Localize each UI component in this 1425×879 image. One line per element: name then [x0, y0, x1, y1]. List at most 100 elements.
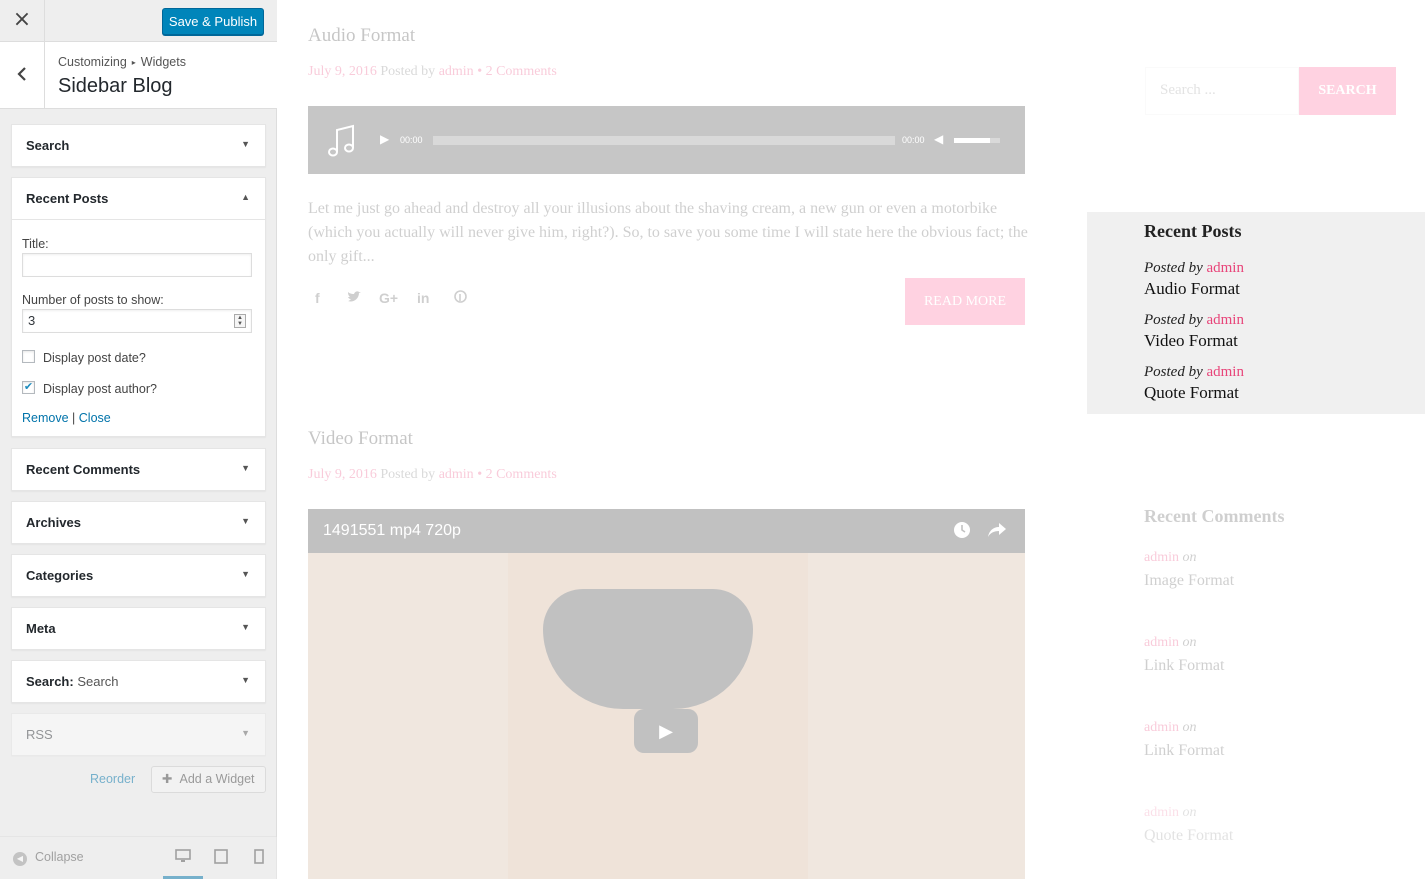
widget-meta[interactable]: Meta ▼	[11, 607, 266, 650]
comment-author[interactable]: admin	[1144, 805, 1179, 820]
show-date-label: Display post date?	[43, 351, 146, 365]
recent-post-item: Posted by admin Video Format	[1144, 312, 1244, 351]
chevron-down-icon[interactable]: ▼	[241, 569, 250, 579]
chevron-down-icon[interactable]: ▼	[241, 463, 250, 473]
chevron-down-icon[interactable]: ▼	[241, 622, 250, 632]
breadcrumb-root: Customizing	[58, 55, 127, 69]
collapse-icon: ◀	[13, 852, 27, 866]
google-plus-icon[interactable]: G+	[379, 290, 398, 306]
recent-post-link[interactable]: Video Format	[1144, 331, 1244, 351]
post-excerpt: Let me just go ahead and destroy all you…	[308, 200, 1028, 265]
comment-author[interactable]: admin	[1144, 720, 1179, 735]
volume-slider[interactable]	[954, 138, 1000, 143]
comment-author[interactable]: admin	[1144, 550, 1179, 565]
customizer-pane: × Save & Publish Customizing ▸ Widgets Sid…	[0, 0, 277, 879]
post-date[interactable]: July 9, 2016	[308, 64, 377, 79]
widget-categories[interactable]: Categories ▼	[11, 554, 266, 597]
music-icon	[328, 124, 356, 163]
title-label: Title:	[22, 237, 49, 251]
post-author[interactable]: admin	[1206, 364, 1244, 380]
desktop-icon[interactable]	[175, 849, 191, 866]
title-input[interactable]	[22, 253, 252, 277]
chevron-down-icon[interactable]: ▼	[241, 675, 250, 685]
widget-title: Meta	[26, 621, 56, 636]
collapse-button[interactable]: ◀ Collapse	[13, 850, 84, 866]
post-author[interactable]: admin	[1206, 260, 1244, 276]
widget-search-2[interactable]: Search: Search ▼	[11, 660, 266, 703]
widget-archives[interactable]: Archives ▼	[11, 501, 266, 544]
post-title[interactable]: Audio Format	[308, 25, 415, 47]
chevron-down-icon[interactable]: ▼	[241, 728, 250, 738]
meta-dot: •	[477, 64, 483, 79]
comment-item: admin on Link Format	[1144, 635, 1224, 675]
posted-by: Posted by	[1144, 260, 1203, 276]
clock-icon[interactable]	[953, 521, 971, 544]
pinterest-icon[interactable]	[454, 290, 467, 306]
comment-post-link[interactable]: Quote Format	[1144, 827, 1233, 845]
video-player[interactable]: 1491551 mp4 720p ▶	[308, 509, 1025, 879]
widget-form: Title: Number of posts to show: 3 ▲ ▼ Dis…	[12, 219, 265, 434]
widget-title: Recent Posts	[26, 191, 109, 206]
play-button-icon[interactable]: ▶	[634, 709, 698, 753]
add-widget-button[interactable]: ✚ Add a Widget	[151, 766, 266, 793]
play-icon[interactable]: ▶	[380, 132, 389, 146]
time-end: 00:00	[902, 135, 925, 145]
save-publish-button[interactable]: Save & Publish	[162, 8, 264, 35]
spinner-icon[interactable]: ▲ ▼	[234, 314, 246, 328]
post-author[interactable]: admin	[1206, 312, 1244, 328]
post-title[interactable]: Video Format	[308, 428, 413, 450]
post-author[interactable]: admin	[439, 467, 474, 482]
widget-title: RSS	[26, 727, 53, 742]
post-author[interactable]: admin	[439, 64, 474, 79]
recent-post-link[interactable]: Audio Format	[1144, 279, 1244, 299]
widget-title: Search	[26, 138, 70, 153]
linkedin-icon[interactable]: in	[417, 290, 429, 306]
posted-by: Posted by	[1144, 364, 1203, 380]
reorder-link[interactable]: Reorder	[90, 772, 135, 786]
facebook-icon[interactable]: f	[315, 290, 320, 306]
comment-on: on	[1182, 720, 1197, 735]
chevron-down-icon[interactable]: ▼	[241, 139, 250, 149]
show-author-checkbox[interactable]: ✔	[22, 381, 35, 394]
recent-post-link[interactable]: Quote Format	[1144, 383, 1244, 403]
actions-separator: |	[72, 411, 76, 425]
post-comments[interactable]: 2 Comments	[486, 467, 557, 482]
share-icon[interactable]	[988, 523, 1006, 542]
comment-post-link[interactable]: Image Format	[1144, 572, 1234, 590]
widget-title: Archives	[26, 515, 81, 530]
chevron-down-icon[interactable]: ▼	[241, 516, 250, 526]
twitter-icon[interactable]	[347, 290, 361, 306]
widget-title: Search: Search	[26, 674, 119, 689]
comment-on: on	[1182, 635, 1197, 650]
sidebar-search-input[interactable]: Search ...	[1145, 67, 1299, 115]
tablet-icon[interactable]	[214, 849, 228, 867]
widget-title-sub: Search	[77, 674, 119, 689]
remove-link[interactable]: Remove	[22, 411, 69, 425]
post-comments[interactable]: 2 Comments	[486, 64, 557, 79]
close-icon[interactable]: ×	[0, 0, 45, 42]
audio-player[interactable]: ▶ 00:00 00:00 ◀	[308, 106, 1025, 174]
post-date[interactable]: July 9, 2016	[308, 467, 377, 482]
widget-rss[interactable]: RSS ▼	[11, 713, 266, 756]
comment-post-link[interactable]: Link Format	[1144, 742, 1224, 760]
back-icon[interactable]	[0, 42, 45, 109]
mobile-icon[interactable]	[254, 849, 264, 867]
number-input[interactable]: 3 ▲ ▼	[22, 309, 252, 333]
close-link[interactable]: Close	[79, 411, 111, 425]
chevron-up-icon[interactable]: ▲	[241, 192, 250, 202]
recent-comments-title: Recent Comments	[1144, 506, 1285, 526]
show-date-checkbox[interactable]	[22, 350, 35, 363]
comment-author[interactable]: admin	[1144, 635, 1179, 650]
video-title[interactable]: 1491551 mp4 720p	[323, 522, 461, 540]
widget-title: Categories	[26, 568, 94, 583]
widget-recent-comments[interactable]: Recent Comments ▼	[11, 448, 266, 491]
volume-icon[interactable]: ◀	[934, 132, 943, 146]
sidebar-search-button[interactable]: SEARCH	[1299, 67, 1396, 115]
widget-recent-posts[interactable]: Recent Posts ▲ Title: Number of posts to …	[11, 177, 266, 437]
progress-track[interactable]	[433, 136, 895, 145]
breadcrumb: Customizing ▸ Widgets	[58, 55, 186, 69]
comment-post-link[interactable]: Link Format	[1144, 657, 1224, 675]
comment-item: admin on Quote Format	[1144, 805, 1233, 845]
read-more-button[interactable]: READ MORE	[905, 278, 1025, 325]
widget-search[interactable]: Search ▼	[11, 124, 266, 167]
